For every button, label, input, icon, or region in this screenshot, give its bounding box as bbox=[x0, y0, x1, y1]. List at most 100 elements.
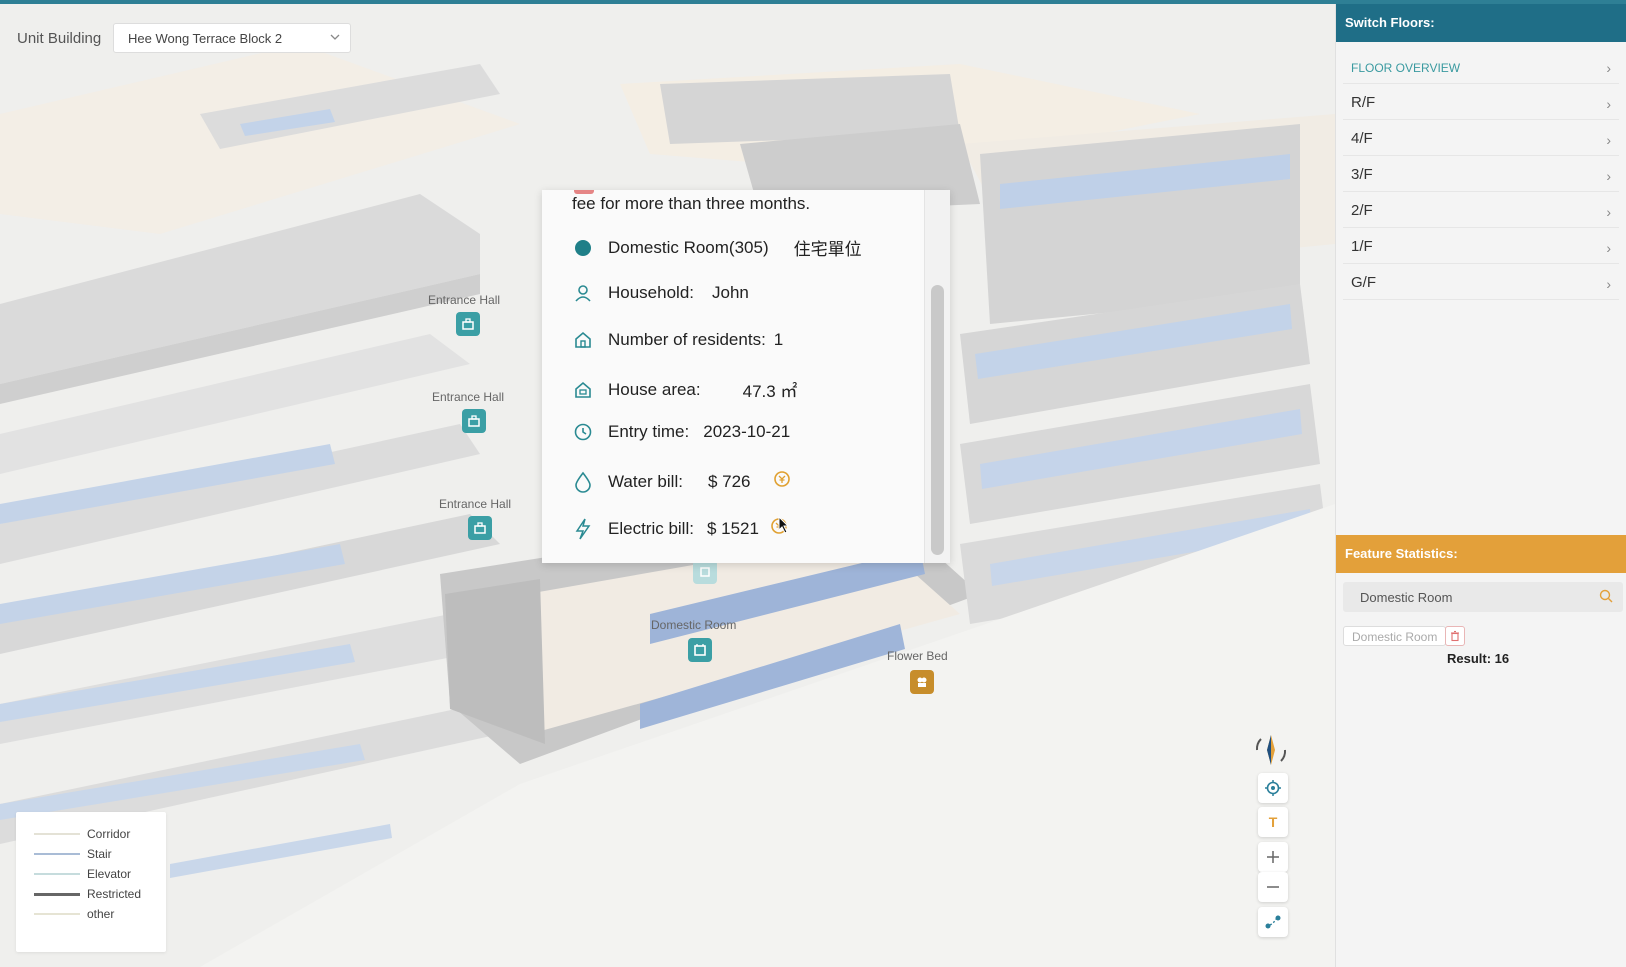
floor-item-1f[interactable]: 1/F › bbox=[1343, 228, 1619, 264]
floor-item-overview[interactable]: FLOOR OVERVIEW › bbox=[1343, 48, 1619, 84]
locate-icon bbox=[1265, 780, 1281, 796]
unit-building-select[interactable]: Hee Wong Terrace Block 2 bbox=[113, 23, 351, 53]
electric-bill-row: Electric bill: $ 1521 bbox=[572, 516, 789, 541]
chevron-right-icon: › bbox=[1606, 132, 1611, 148]
entry-time-label: Entry time: bbox=[608, 422, 690, 441]
entry-time-row: Entry time: 2023-10-21 bbox=[572, 421, 790, 443]
unit-building-value: Hee Wong Terrace Block 2 bbox=[128, 31, 283, 46]
legend-swatch bbox=[34, 892, 80, 896]
residents-value: 1 bbox=[773, 330, 784, 349]
map-label-entrance-hall: Entrance Hall bbox=[439, 497, 512, 511]
switch-floors-header: Switch Floors: bbox=[1336, 4, 1626, 42]
floor-list: FLOOR OVERVIEW › R/F › 4/F › 3/F › 2/F ›… bbox=[1336, 42, 1626, 300]
legend-item: Elevator bbox=[34, 864, 166, 884]
floor-item-label: 3/F bbox=[1351, 166, 1373, 183]
area-value: 47.3 ㎡ bbox=[742, 382, 798, 401]
entrance-hall-marker[interactable] bbox=[468, 516, 492, 540]
lightning-icon bbox=[572, 518, 594, 540]
room-info-popup: fee for more than three months. Domestic… bbox=[542, 190, 950, 563]
feature-search-input[interactable]: Domestic Room bbox=[1343, 582, 1623, 612]
room-type-zh: 住宅單位 bbox=[793, 240, 862, 259]
area-label: House area: bbox=[608, 379, 701, 399]
compass-icon[interactable] bbox=[1252, 731, 1290, 769]
electric-bill-label: Electric bill: bbox=[608, 518, 694, 538]
map-label-domestic-room: Domestic Room bbox=[651, 618, 737, 632]
legend-item: Restricted bbox=[34, 884, 166, 904]
chevron-right-icon: › bbox=[1606, 240, 1611, 256]
person-icon bbox=[572, 282, 594, 304]
floor-item-rf[interactable]: R/F › bbox=[1343, 84, 1619, 120]
water-bill-pay-icon[interactable] bbox=[772, 469, 792, 494]
floor-item-gf[interactable]: G/F › bbox=[1343, 264, 1619, 300]
household-row: Household: John bbox=[572, 282, 749, 304]
route-button[interactable] bbox=[1258, 907, 1288, 937]
domestic-room-marker[interactable] bbox=[688, 638, 712, 662]
map-legend: Corridor Stair Elevator Restricted other bbox=[16, 812, 166, 952]
legend-item: Corridor bbox=[34, 824, 166, 844]
delete-tag-button[interactable] bbox=[1445, 626, 1465, 646]
legend-label: Corridor bbox=[87, 827, 131, 841]
household-value: John bbox=[712, 283, 749, 302]
zoom-in-button[interactable] bbox=[1258, 842, 1288, 872]
domestic-room-marker-faded[interactable] bbox=[693, 560, 717, 584]
right-panel: Switch Floors: FLOOR OVERVIEW › R/F › 4/… bbox=[1335, 4, 1626, 967]
entrance-icon bbox=[468, 415, 480, 427]
flower-icon bbox=[917, 677, 927, 687]
chevron-down-icon bbox=[329, 31, 341, 46]
chevron-right-icon: › bbox=[1606, 96, 1611, 112]
map-label-entrance-hall: Entrance Hall bbox=[432, 390, 505, 404]
room-name-row: Domestic Room(305) 住宅單位 bbox=[572, 235, 862, 260]
search-icon[interactable] bbox=[1599, 589, 1613, 606]
household-label: Household: bbox=[608, 283, 695, 302]
flower-bed-marker[interactable] bbox=[910, 670, 934, 694]
chevron-right-icon: › bbox=[1606, 168, 1611, 184]
popup-scrollbar-thumb[interactable] bbox=[931, 285, 944, 555]
popup-notice-text: fee for more than three months. bbox=[572, 194, 811, 213]
route-icon bbox=[1265, 915, 1281, 929]
electric-bill-value: $ 1521 bbox=[706, 518, 759, 538]
map-view[interactable]: Unit Building Hee Wong Terrace Block 2 E… bbox=[0, 4, 1335, 967]
entry-time-value: 2023-10-21 bbox=[703, 422, 791, 441]
legend-swatch bbox=[34, 913, 80, 915]
feature-statistics-header: Feature Statistics: bbox=[1336, 535, 1626, 573]
legend-swatch bbox=[34, 873, 80, 875]
chevron-right-icon: › bbox=[1606, 204, 1611, 220]
feature-result-count: Result: 16 bbox=[1447, 651, 1510, 666]
legend-label: Elevator bbox=[87, 867, 132, 881]
entrance-hall-marker[interactable] bbox=[456, 312, 480, 336]
legend-item: other bbox=[34, 904, 166, 924]
unit-building-label: Unit Building bbox=[17, 30, 102, 47]
legend-swatch bbox=[34, 853, 80, 855]
room-dot-icon bbox=[572, 237, 594, 259]
clock-icon bbox=[572, 421, 594, 443]
text-label-toggle-button[interactable]: T bbox=[1258, 807, 1288, 837]
entrance-hall-marker[interactable] bbox=[462, 409, 486, 433]
entrance-icon bbox=[474, 522, 486, 534]
plus-icon bbox=[1267, 851, 1279, 863]
legend-label: Restricted bbox=[87, 887, 142, 901]
floor-item-2f[interactable]: 2/F › bbox=[1343, 192, 1619, 228]
house-area-icon bbox=[572, 379, 594, 401]
room-name: Domestic Room(305) bbox=[608, 237, 769, 257]
popup-scrollbar[interactable] bbox=[924, 190, 950, 563]
zoom-out-button[interactable] bbox=[1258, 872, 1288, 902]
chevron-right-icon: › bbox=[1606, 60, 1611, 76]
feature-search-value: Domestic Room bbox=[1360, 590, 1453, 605]
mouse-cursor-icon bbox=[778, 515, 790, 539]
floor-item-label: 4/F bbox=[1351, 130, 1373, 147]
area-row: House area: 47.3 ㎡ bbox=[572, 377, 797, 402]
floor-item-label: FLOOR OVERVIEW bbox=[1351, 61, 1461, 75]
floor-item-label: 2/F bbox=[1351, 202, 1373, 219]
trash-icon bbox=[1451, 630, 1459, 642]
floor-item-label: R/F bbox=[1351, 94, 1376, 111]
room-icon bbox=[694, 644, 706, 656]
floor-item-4f[interactable]: 4/F › bbox=[1343, 120, 1619, 156]
water-bill-row: Water bill: $ 726 bbox=[572, 469, 792, 494]
water-bill-value: $ 726 bbox=[707, 471, 751, 491]
feature-filter-tag: Domestic Room bbox=[1343, 626, 1447, 646]
water-drop-icon bbox=[572, 471, 594, 493]
home-icon bbox=[572, 329, 594, 351]
floor-item-3f[interactable]: 3/F › bbox=[1343, 156, 1619, 192]
floor-item-label: G/F bbox=[1351, 274, 1376, 291]
locate-button[interactable] bbox=[1258, 773, 1288, 803]
